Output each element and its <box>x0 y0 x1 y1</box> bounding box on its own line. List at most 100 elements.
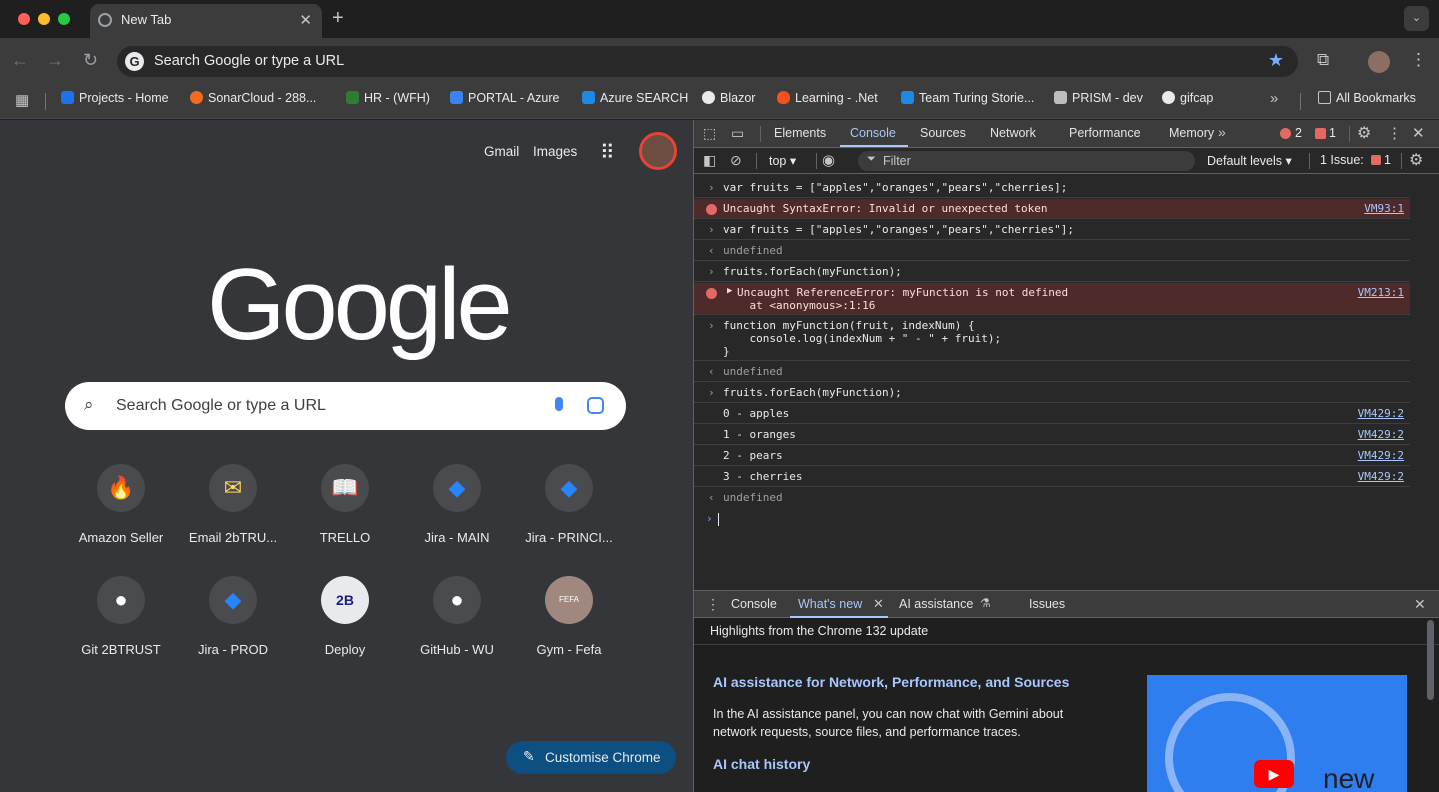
clear-console-icon[interactable]: ⊘ <box>730 152 742 169</box>
tab-memory[interactable]: Memory <box>1169 126 1214 140</box>
tab-sources[interactable]: Sources <box>920 126 966 140</box>
tab-network[interactable]: Network <box>990 126 1036 140</box>
more-bookmarks-chevron-icon[interactable]: » <box>1270 90 1278 107</box>
tab-close-icon[interactable]: ✕ <box>299 11 312 29</box>
account-avatar[interactable] <box>639 132 677 170</box>
drawer-tab-ai-assistance[interactable]: AI assistance <box>899 597 973 611</box>
gmail-link[interactable]: Gmail <box>484 144 519 159</box>
live-expression-eye-icon[interactable]: ◉ <box>822 151 835 169</box>
shortcut-tile[interactable]: 📖 TRELLO <box>289 464 401 545</box>
shortcut-label: Deploy <box>324 642 366 657</box>
expand-triangle-icon[interactable]: ▶ <box>727 286 732 296</box>
promo-video-thumbnail[interactable]: ▶ new <box>1147 675 1407 792</box>
zoom-window-button[interactable] <box>58 13 70 25</box>
shortcut-tile[interactable]: ◆ Jira - PRINCI... <box>513 464 625 545</box>
shortcut-tile[interactable]: ● Git 2BTRUST <box>65 576 177 657</box>
tab-performance[interactable]: Performance <box>1069 126 1141 140</box>
console-error-text: Uncaught ReferenceError: myFunction is n… <box>737 286 1069 299</box>
bookmark-item[interactable]: PRISM - dev <box>1054 91 1143 105</box>
drawer-menu-kebab-icon[interactable]: ⋮ <box>706 596 720 613</box>
close-devtools-icon[interactable]: ✕ <box>1412 124 1425 142</box>
all-bookmarks-button[interactable]: All Bookmarks <box>1318 91 1416 105</box>
divider <box>45 93 46 110</box>
shortcut-tile[interactable]: ◆ Jira - PROD <box>177 576 289 657</box>
source-link[interactable]: VM429:2 <box>1358 428 1404 441</box>
source-link[interactable]: VM429:2 <box>1358 407 1404 420</box>
reload-icon[interactable]: ↻ <box>83 50 98 71</box>
error-count-icon[interactable] <box>1280 128 1291 139</box>
flask-icon: ⚗ <box>980 596 991 610</box>
filter-input[interactable]: ⏷ Filter <box>858 151 1195 171</box>
google-lens-icon[interactable] <box>587 397 604 414</box>
drawer-tab-issues[interactable]: Issues <box>1029 597 1065 611</box>
shortcut-tile[interactable]: ◆ Jira - MAIN <box>401 464 513 545</box>
shortcut-label: Git 2BTRUST <box>81 642 161 657</box>
issues-count: 1 <box>1384 153 1391 167</box>
shortcut-tile[interactable]: ✉ Email 2bTRU... <box>177 464 289 545</box>
youtube-play-icon[interactable]: ▶ <box>1254 760 1294 788</box>
tab-elements[interactable]: Elements <box>774 126 826 140</box>
console-input-caret[interactable] <box>718 513 719 526</box>
shortcut-tile[interactable]: ● GitHub - WU <box>401 576 513 657</box>
apps-grid-icon[interactable]: ▦ <box>15 91 29 109</box>
whats-new-heading[interactable]: AI chat history <box>713 756 810 772</box>
error-icon <box>706 288 717 299</box>
devtools-menu-kebab-icon[interactable]: ⋮ <box>1387 124 1402 142</box>
bookmark-item[interactable]: PORTAL - Azure <box>450 91 559 105</box>
inspect-element-icon[interactable]: ⬚ <box>703 125 716 142</box>
source-link[interactable]: VM93:1 <box>1364 202 1404 215</box>
tab-console[interactable]: Console <box>850 126 896 140</box>
context-select[interactable]: top ▾ <box>769 153 796 168</box>
github-icon: ● <box>97 576 145 624</box>
issues-label[interactable]: 1 Issue: <box>1320 153 1364 167</box>
new-tab-button[interactable]: + <box>332 7 344 30</box>
source-link[interactable]: VM213:1 <box>1358 286 1404 299</box>
device-toolbar-icon[interactable]: ▭ <box>731 125 744 142</box>
bookmark-label: Team Turing Storie... <box>919 91 1035 105</box>
log-levels-select[interactable]: Default levels ▾ <box>1207 153 1292 168</box>
source-link[interactable]: VM429:2 <box>1358 449 1404 462</box>
back-arrow-icon[interactable]: ← <box>11 50 29 71</box>
bookmark-item[interactable]: gifcap <box>1162 91 1213 105</box>
whats-new-heading[interactable]: AI assistance for Network, Performance, … <box>713 674 1069 690</box>
google-apps-icon[interactable]: ⠿ <box>600 140 615 165</box>
tab-search-button[interactable]: ⌄ <box>1404 6 1429 31</box>
drawer-scrollbar[interactable] <box>1427 620 1434 700</box>
bookmark-item[interactable]: Azure SEARCH <box>582 91 688 105</box>
console-input-row: › var fruits = ["apples","oranges","pear… <box>694 220 1410 240</box>
tab-new-tab[interactable]: New Tab ✕ <box>90 4 322 38</box>
warning-flag-icon[interactable] <box>1315 128 1326 139</box>
microphone-icon[interactable] <box>555 397 563 411</box>
extensions-icon[interactable]: ⧉ <box>1317 50 1329 70</box>
images-link[interactable]: Images <box>533 144 577 159</box>
drawer-tab-console[interactable]: Console <box>731 597 777 611</box>
shortcut-tile[interactable]: 🔥 Amazon Seller <box>65 464 177 545</box>
shortcut-tile[interactable]: 2B Deploy <box>289 576 401 657</box>
menu-kebab-icon[interactable]: ⋮ <box>1410 50 1427 70</box>
close-drawer-icon[interactable]: ✕ <box>1414 596 1426 613</box>
bookmark-item[interactable]: HR - (WFH) <box>346 91 430 105</box>
console-output[interactable]: › var fruits = ["apples","oranges","pear… <box>694 175 1439 590</box>
close-whats-new-icon[interactable]: ✕ <box>873 596 884 612</box>
forward-arrow-icon[interactable]: → <box>46 50 64 71</box>
settings-gear-icon[interactable]: ⚙ <box>1357 123 1371 143</box>
console-settings-gear-icon[interactable]: ⚙ <box>1409 150 1423 170</box>
ntp-search-box[interactable]: ⌕ Search Google or type a URL <box>65 382 626 430</box>
more-tabs-chevron-icon[interactable]: » <box>1218 124 1226 140</box>
drawer-tab-whats-new[interactable]: What's new <box>798 597 862 611</box>
profile-avatar[interactable] <box>1368 51 1390 73</box>
close-window-button[interactable] <box>18 13 30 25</box>
bookmark-item[interactable]: Blazor <box>702 91 755 105</box>
console-error-text: Uncaught SyntaxError: Invalid or unexpec… <box>723 202 1048 215</box>
customise-chrome-button[interactable]: ✎ Customise Chrome <box>506 741 676 774</box>
bookmark-item[interactable]: Learning - .Net <box>777 91 878 105</box>
minimize-window-button[interactable] <box>38 13 50 25</box>
shortcut-tile[interactable]: FEFA Gym - Fefa <box>513 576 625 657</box>
bookmark-item[interactable]: Projects - Home <box>61 91 169 105</box>
omnibox[interactable]: G Search Google or type a URL ★ <box>117 46 1298 77</box>
bookmark-star-icon[interactable]: ★ <box>1268 50 1284 71</box>
bookmark-item[interactable]: SonarCloud - 288... <box>190 91 316 105</box>
sidebar-toggle-icon[interactable]: ◧ <box>703 152 716 169</box>
bookmark-item[interactable]: Team Turing Storie... <box>901 91 1034 105</box>
source-link[interactable]: VM429:2 <box>1358 470 1404 483</box>
